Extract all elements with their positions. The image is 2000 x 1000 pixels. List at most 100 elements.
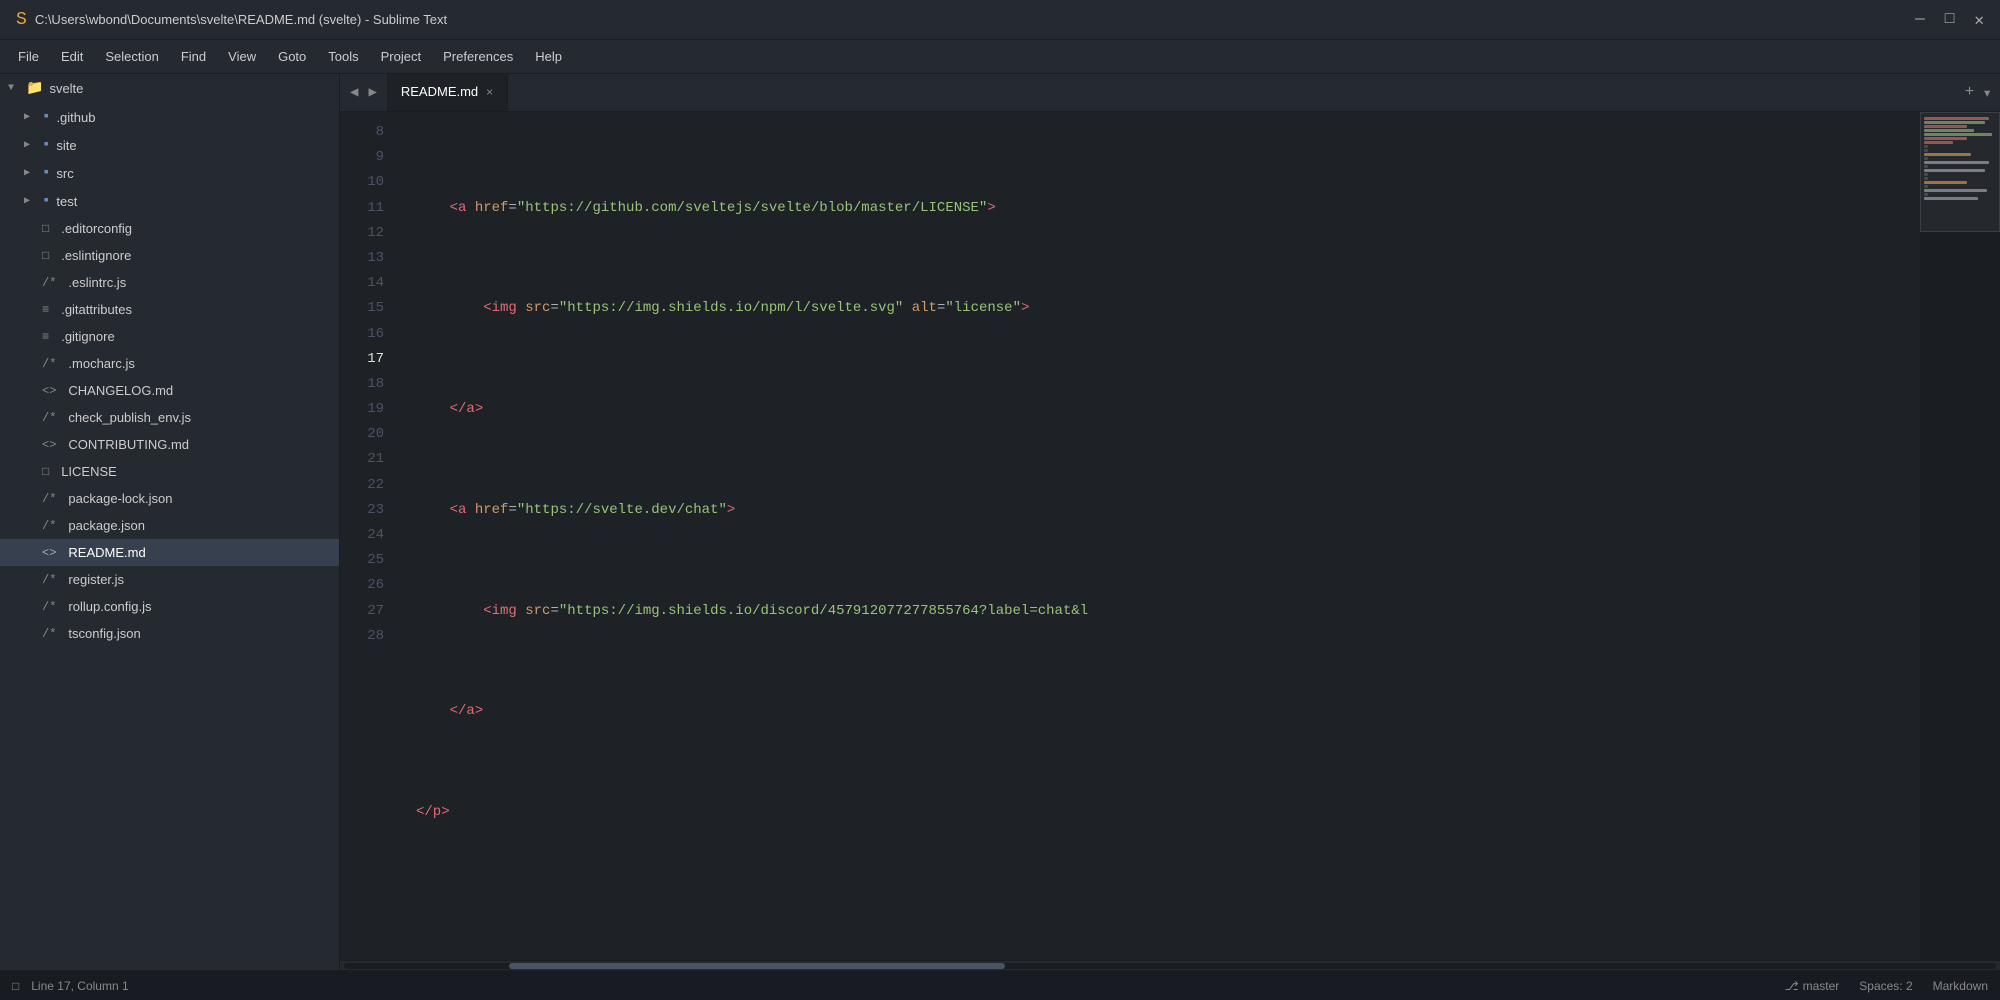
sidebar-item-eslintignore[interactable]: □ .eslintignore — [0, 242, 339, 269]
sidebar-item-license[interactable]: □ LICENSE — [0, 458, 339, 485]
tabbar: ◀ ▶ README.md × + ▾ — [340, 74, 2000, 112]
tab-navigation: ◀ ▶ — [340, 74, 387, 111]
sidebar-item-register[interactable]: /* register.js — [0, 566, 339, 593]
folder-icon: ▪ — [42, 137, 50, 153]
statusbar: □ Line 17, Column 1 ⎇ master Spaces: 2 M… — [0, 970, 2000, 1000]
sidebar-item-gitattributes[interactable]: ≡ .gitattributes — [0, 296, 339, 323]
menu-selection[interactable]: Selection — [95, 45, 168, 68]
menu-help[interactable]: Help — [525, 45, 572, 68]
maximize-button[interactable]: □ — [1945, 10, 1955, 30]
line-column-status: Line 17, Column 1 — [31, 979, 128, 993]
main-layout: 📁 svelte ▪ .github ▪ site ▪ src ▪ test — [0, 74, 2000, 970]
new-tab-button[interactable]: + — [1965, 83, 1975, 103]
file-icon: /* — [42, 276, 56, 290]
line-num: 17 — [340, 347, 384, 372]
sidebar-label: README.md — [68, 545, 145, 560]
folder-arrow-icon — [24, 111, 36, 123]
sidebar-label: test — [56, 194, 77, 209]
spaces-status[interactable]: Spaces: 2 — [1859, 979, 1912, 993]
menu-find[interactable]: Find — [171, 45, 216, 68]
menu-view[interactable]: View — [218, 45, 266, 68]
tab-prev-button[interactable]: ◀ — [346, 82, 362, 103]
code-line-11: <a href="https://svelte.dev/chat"> — [416, 498, 1920, 523]
code-editor[interactable]: 8 9 10 11 12 13 14 15 16 17 18 19 20 21 … — [340, 112, 2000, 960]
sidebar-item-src[interactable]: ▪ src — [0, 159, 339, 187]
menu-goto[interactable]: Goto — [268, 45, 316, 68]
code-content[interactable]: <a href="https://github.com/sveltejs/sve… — [400, 112, 1920, 960]
tab-next-button[interactable]: ▶ — [364, 82, 380, 103]
menu-project[interactable]: Project — [371, 45, 431, 68]
line-num: 16 — [340, 322, 384, 347]
line-num: 10 — [340, 170, 384, 195]
sidebar-item-editorconfig[interactable]: □ .editorconfig — [0, 215, 339, 242]
branch-status[interactable]: ⎇ master — [1785, 979, 1840, 993]
titlebar: S C:\Users\wbond\Documents\svelte\README… — [0, 0, 2000, 40]
sidebar-label: .github — [56, 110, 95, 125]
folder-arrow-icon — [8, 83, 20, 94]
folder-icon: 📁 — [26, 80, 43, 97]
file-icon: ≡ — [42, 330, 49, 344]
sidebar-item-gitignore[interactable]: ≡ .gitignore — [0, 323, 339, 350]
sidebar-item-eslintrc[interactable]: /* .eslintrc.js — [0, 269, 339, 296]
sidebar-label: .gitignore — [61, 329, 114, 344]
sidebar-label: site — [56, 138, 76, 153]
sidebar-item-changelog[interactable]: <> CHANGELOG.md — [0, 377, 339, 404]
sidebar-item-test[interactable]: ▪ test — [0, 187, 339, 215]
file-icon: /* — [42, 600, 56, 614]
line-num: 15 — [340, 296, 384, 321]
file-icon: □ — [42, 465, 49, 479]
file-icon: /* — [42, 573, 56, 587]
sidebar-item-mocharc[interactable]: /* .mocharc.js — [0, 350, 339, 377]
sidebar-item-readme[interactable]: <> README.md — [0, 539, 339, 566]
sidebar-root-svelte[interactable]: 📁 svelte — [0, 74, 339, 103]
sidebar-item-github[interactable]: ▪ .github — [0, 103, 339, 131]
sidebar-label: register.js — [68, 572, 124, 587]
scrollbar-track[interactable] — [344, 963, 1996, 969]
code-line-15 — [416, 901, 1920, 926]
sidebar-label: CONTRIBUTING.md — [68, 437, 189, 452]
tab-close-button[interactable]: × — [486, 85, 493, 99]
code-line-12: <img src="https://img.shields.io/discord… — [416, 599, 1920, 624]
minimize-button[interactable]: — — [1915, 10, 1925, 30]
menubar: File Edit Selection Find View Goto Tools… — [0, 40, 2000, 74]
file-icon: <> — [42, 438, 56, 452]
window-title: C:\Users\wbond\Documents\svelte\README.m… — [35, 12, 447, 27]
line-num: 25 — [340, 548, 384, 573]
sidebar-item-contributing[interactable]: <> CONTRIBUTING.md — [0, 431, 339, 458]
menu-tools[interactable]: Tools — [318, 45, 368, 68]
menu-file[interactable]: File — [8, 45, 49, 68]
sidebar-item-tsconfig[interactable]: /* tsconfig.json — [0, 620, 339, 647]
sidebar-item-site[interactable]: ▪ site — [0, 131, 339, 159]
line-num: 18 — [340, 372, 384, 397]
folder-icon: ▪ — [42, 165, 50, 181]
sidebar-label: CHANGELOG.md — [68, 383, 173, 398]
line-num: 13 — [340, 246, 384, 271]
tab-readme[interactable]: README.md × — [387, 74, 508, 111]
branch-name: master — [1803, 979, 1840, 993]
sidebar-label: package-lock.json — [68, 491, 172, 506]
menu-edit[interactable]: Edit — [51, 45, 93, 68]
line-num: 24 — [340, 523, 384, 548]
horizontal-scrollbar[interactable] — [340, 960, 2000, 970]
close-button[interactable]: ✕ — [1974, 10, 1984, 30]
code-line-10: </a> — [416, 397, 1920, 422]
tab-list-button[interactable]: ▾ — [1982, 83, 1992, 103]
language-status[interactable]: Markdown — [1933, 979, 1988, 993]
source-control-icon: □ — [12, 979, 19, 993]
sidebar-label: check_publish_env.js — [68, 410, 191, 425]
menu-preferences[interactable]: Preferences — [433, 45, 523, 68]
line-num: 12 — [340, 221, 384, 246]
sidebar-item-package-json[interactable]: /* package.json — [0, 512, 339, 539]
scrollbar-thumb[interactable] — [509, 963, 1005, 969]
sidebar-item-package-lock[interactable]: /* package-lock.json — [0, 485, 339, 512]
line-num: 20 — [340, 422, 384, 447]
branch-icon: ⎇ — [1785, 979, 1799, 993]
sidebar-label: .mocharc.js — [68, 356, 134, 371]
file-icon: /* — [42, 519, 56, 533]
file-icon: □ — [42, 222, 49, 236]
folder-arrow-icon — [24, 139, 36, 151]
line-numbers: 8 9 10 11 12 13 14 15 16 17 18 19 20 21 … — [340, 112, 400, 960]
sidebar-label: tsconfig.json — [68, 626, 140, 641]
sidebar-item-check-publish[interactable]: /* check_publish_env.js — [0, 404, 339, 431]
sidebar-item-rollup[interactable]: /* rollup.config.js — [0, 593, 339, 620]
